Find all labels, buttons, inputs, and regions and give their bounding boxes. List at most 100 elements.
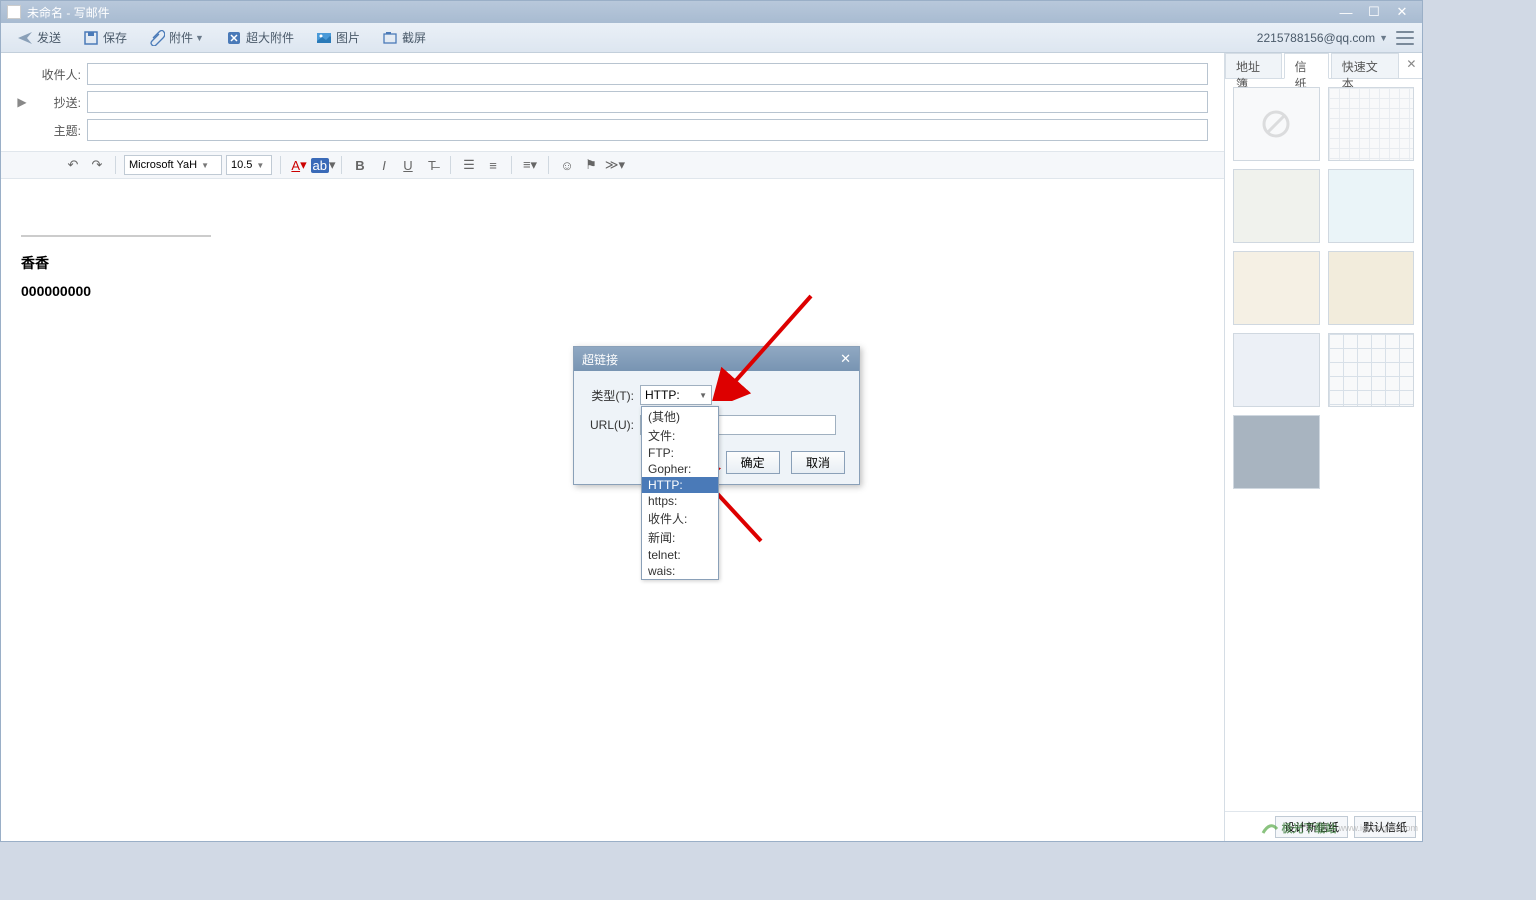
undo-button[interactable]: ↶ (61, 154, 85, 176)
signature-separator (21, 235, 211, 237)
cc-input[interactable] (87, 91, 1208, 113)
editor-body[interactable]: 香香 000000000 (1, 179, 1224, 841)
ol-button[interactable]: ☰ (457, 154, 481, 176)
fontfx-button[interactable]: T̶ (420, 154, 444, 176)
titlebar: 未命名 - 写邮件 — ☐ ✕ (1, 1, 1422, 23)
type-option[interactable]: wais: (642, 563, 718, 579)
type-option[interactable]: https: (642, 493, 718, 509)
stationery-item[interactable] (1233, 333, 1320, 407)
to-label: 收件人: (27, 66, 87, 83)
dialog-title: 超链接 (582, 351, 618, 368)
signature-line2: 000000000 (21, 283, 1204, 299)
flag-button[interactable]: ⚑ (579, 154, 603, 176)
send-icon (17, 30, 33, 46)
subject-label: 主题: (27, 122, 87, 139)
fontcolor-button[interactable]: A▾ (287, 154, 311, 176)
tab-stationery[interactable]: 信纸 (1284, 53, 1329, 79)
attach-label: 附件 (169, 29, 193, 46)
design-stationery-button[interactable]: 设计新信纸 (1275, 816, 1348, 838)
type-option[interactable]: 文件: (642, 426, 718, 445)
to-input[interactable] (87, 63, 1208, 85)
account-email: 2215788156@qq.com (1257, 31, 1375, 45)
stationery-item[interactable] (1328, 333, 1415, 407)
screenshot-label: 截屏 (402, 29, 426, 46)
type-option[interactable]: HTTP: (642, 477, 718, 493)
type-option[interactable]: telnet: (642, 547, 718, 563)
image-icon (316, 30, 332, 46)
close-button[interactable]: ✕ (1388, 4, 1416, 20)
send-button[interactable]: 发送 (9, 27, 69, 48)
format-toolbar: ↶ ↷ Microsoft YaH▼ 10.5▼ A▾ ab▾ B I U T̶… (1, 151, 1224, 179)
stationery-item[interactable] (1233, 251, 1320, 325)
attach-icon (149, 30, 165, 46)
align-button[interactable]: ≡▾ (518, 154, 542, 176)
maximize-button[interactable]: ☐ (1360, 4, 1388, 20)
stationery-item[interactable] (1328, 251, 1415, 325)
default-stationery-button[interactable]: 默认信纸 (1354, 816, 1416, 838)
ul-button[interactable]: ≡ (481, 154, 505, 176)
stationery-item[interactable] (1328, 87, 1415, 161)
type-option[interactable]: 新闻: (642, 528, 718, 547)
app-icon (7, 5, 21, 19)
type-option[interactable]: Gopher: (642, 461, 718, 477)
account-selector[interactable]: 2215788156@qq.com ▼ (1257, 31, 1388, 45)
fontsize-select[interactable]: 10.5▼ (226, 155, 272, 175)
bold-button[interactable]: B (348, 154, 372, 176)
tab-quicktext[interactable]: 快速文本 (1331, 53, 1399, 78)
url-label: URL(U): (588, 418, 640, 432)
font-select[interactable]: Microsoft YaH▼ (124, 155, 222, 175)
stationery-item[interactable] (1233, 415, 1320, 489)
menu-icon[interactable] (1396, 31, 1414, 45)
window-title: 未命名 - 写邮件 (27, 4, 110, 21)
underline-button[interactable]: U (396, 154, 420, 176)
sidebar-tabs: 地址簿 信纸 快速文本 ✕ (1225, 53, 1422, 79)
account-dropdown-arrow: ▼ (1379, 33, 1388, 43)
emoji-button[interactable]: ☺ (555, 154, 579, 176)
cc-label: 抄送: (27, 94, 87, 111)
minimize-button[interactable]: — (1332, 4, 1360, 20)
screenshot-icon (382, 30, 398, 46)
type-option[interactable]: FTP: (642, 445, 718, 461)
type-value: HTTP: (645, 388, 680, 402)
bigattach-button[interactable]: 超大附件 (218, 27, 302, 48)
type-label: 类型(T): (588, 387, 640, 404)
image-button[interactable]: 图片 (308, 27, 368, 48)
dialog-close-button[interactable]: ✕ (840, 351, 851, 367)
expand-toggle[interactable]: ▶ (17, 95, 27, 109)
redo-button[interactable]: ↷ (85, 154, 109, 176)
stationery-item[interactable] (1328, 169, 1415, 243)
attach-button[interactable]: 附件 ▼ (141, 27, 212, 48)
highlight-button[interactable]: ab▾ (311, 154, 335, 176)
save-icon (83, 30, 99, 46)
bigattach-icon (226, 30, 242, 46)
main-toolbar: 发送 保存 附件 ▼ 超大附件 图片 截屏 2215788156@qq.com … (1, 23, 1422, 53)
image-label: 图片 (336, 29, 360, 46)
bigattach-label: 超大附件 (246, 29, 294, 46)
subject-input[interactable] (87, 119, 1208, 141)
stationery-item[interactable] (1233, 169, 1320, 243)
type-dropdown: (其他)文件:FTP:Gopher:HTTP:https:收件人:新闻:teln… (641, 406, 719, 580)
stationery-thumbs (1225, 79, 1422, 811)
type-select[interactable]: HTTP: ▼ (640, 385, 712, 405)
tab-addressbook[interactable]: 地址簿 (1225, 53, 1282, 78)
screenshot-button[interactable]: 截屏 (374, 27, 434, 48)
signature-line1: 香香 (21, 253, 1204, 273)
sidebar-footer: 设计新信纸 默认信纸 (1225, 811, 1422, 841)
stationery-none[interactable] (1233, 87, 1320, 161)
header-fields: 收件人: ▶ 抄送: 主题: (1, 53, 1224, 151)
sidebar: 地址簿 信纸 快速文本 ✕ 设计新信纸 默认信纸 (1225, 53, 1422, 841)
italic-button[interactable]: I (372, 154, 396, 176)
dialog-titlebar: 超链接 ✕ (574, 347, 859, 371)
save-label: 保存 (103, 29, 127, 46)
attach-dropdown-arrow[interactable]: ▼ (195, 33, 204, 43)
type-option[interactable]: 收件人: (642, 509, 718, 528)
compose-window: 未命名 - 写邮件 — ☐ ✕ 发送 保存 附件 ▼ 超大附件 图片 截屏 (0, 0, 1423, 842)
save-button[interactable]: 保存 (75, 27, 135, 48)
sidebar-close[interactable]: ✕ (1401, 53, 1422, 78)
ok-button[interactable]: 确定 (726, 451, 780, 474)
send-label: 发送 (37, 29, 61, 46)
type-option[interactable]: (其他) (642, 407, 718, 426)
cancel-button[interactable]: 取消 (791, 451, 845, 474)
chevron-down-icon: ▼ (699, 391, 707, 400)
more-format-button[interactable]: ≫▾ (603, 154, 627, 176)
